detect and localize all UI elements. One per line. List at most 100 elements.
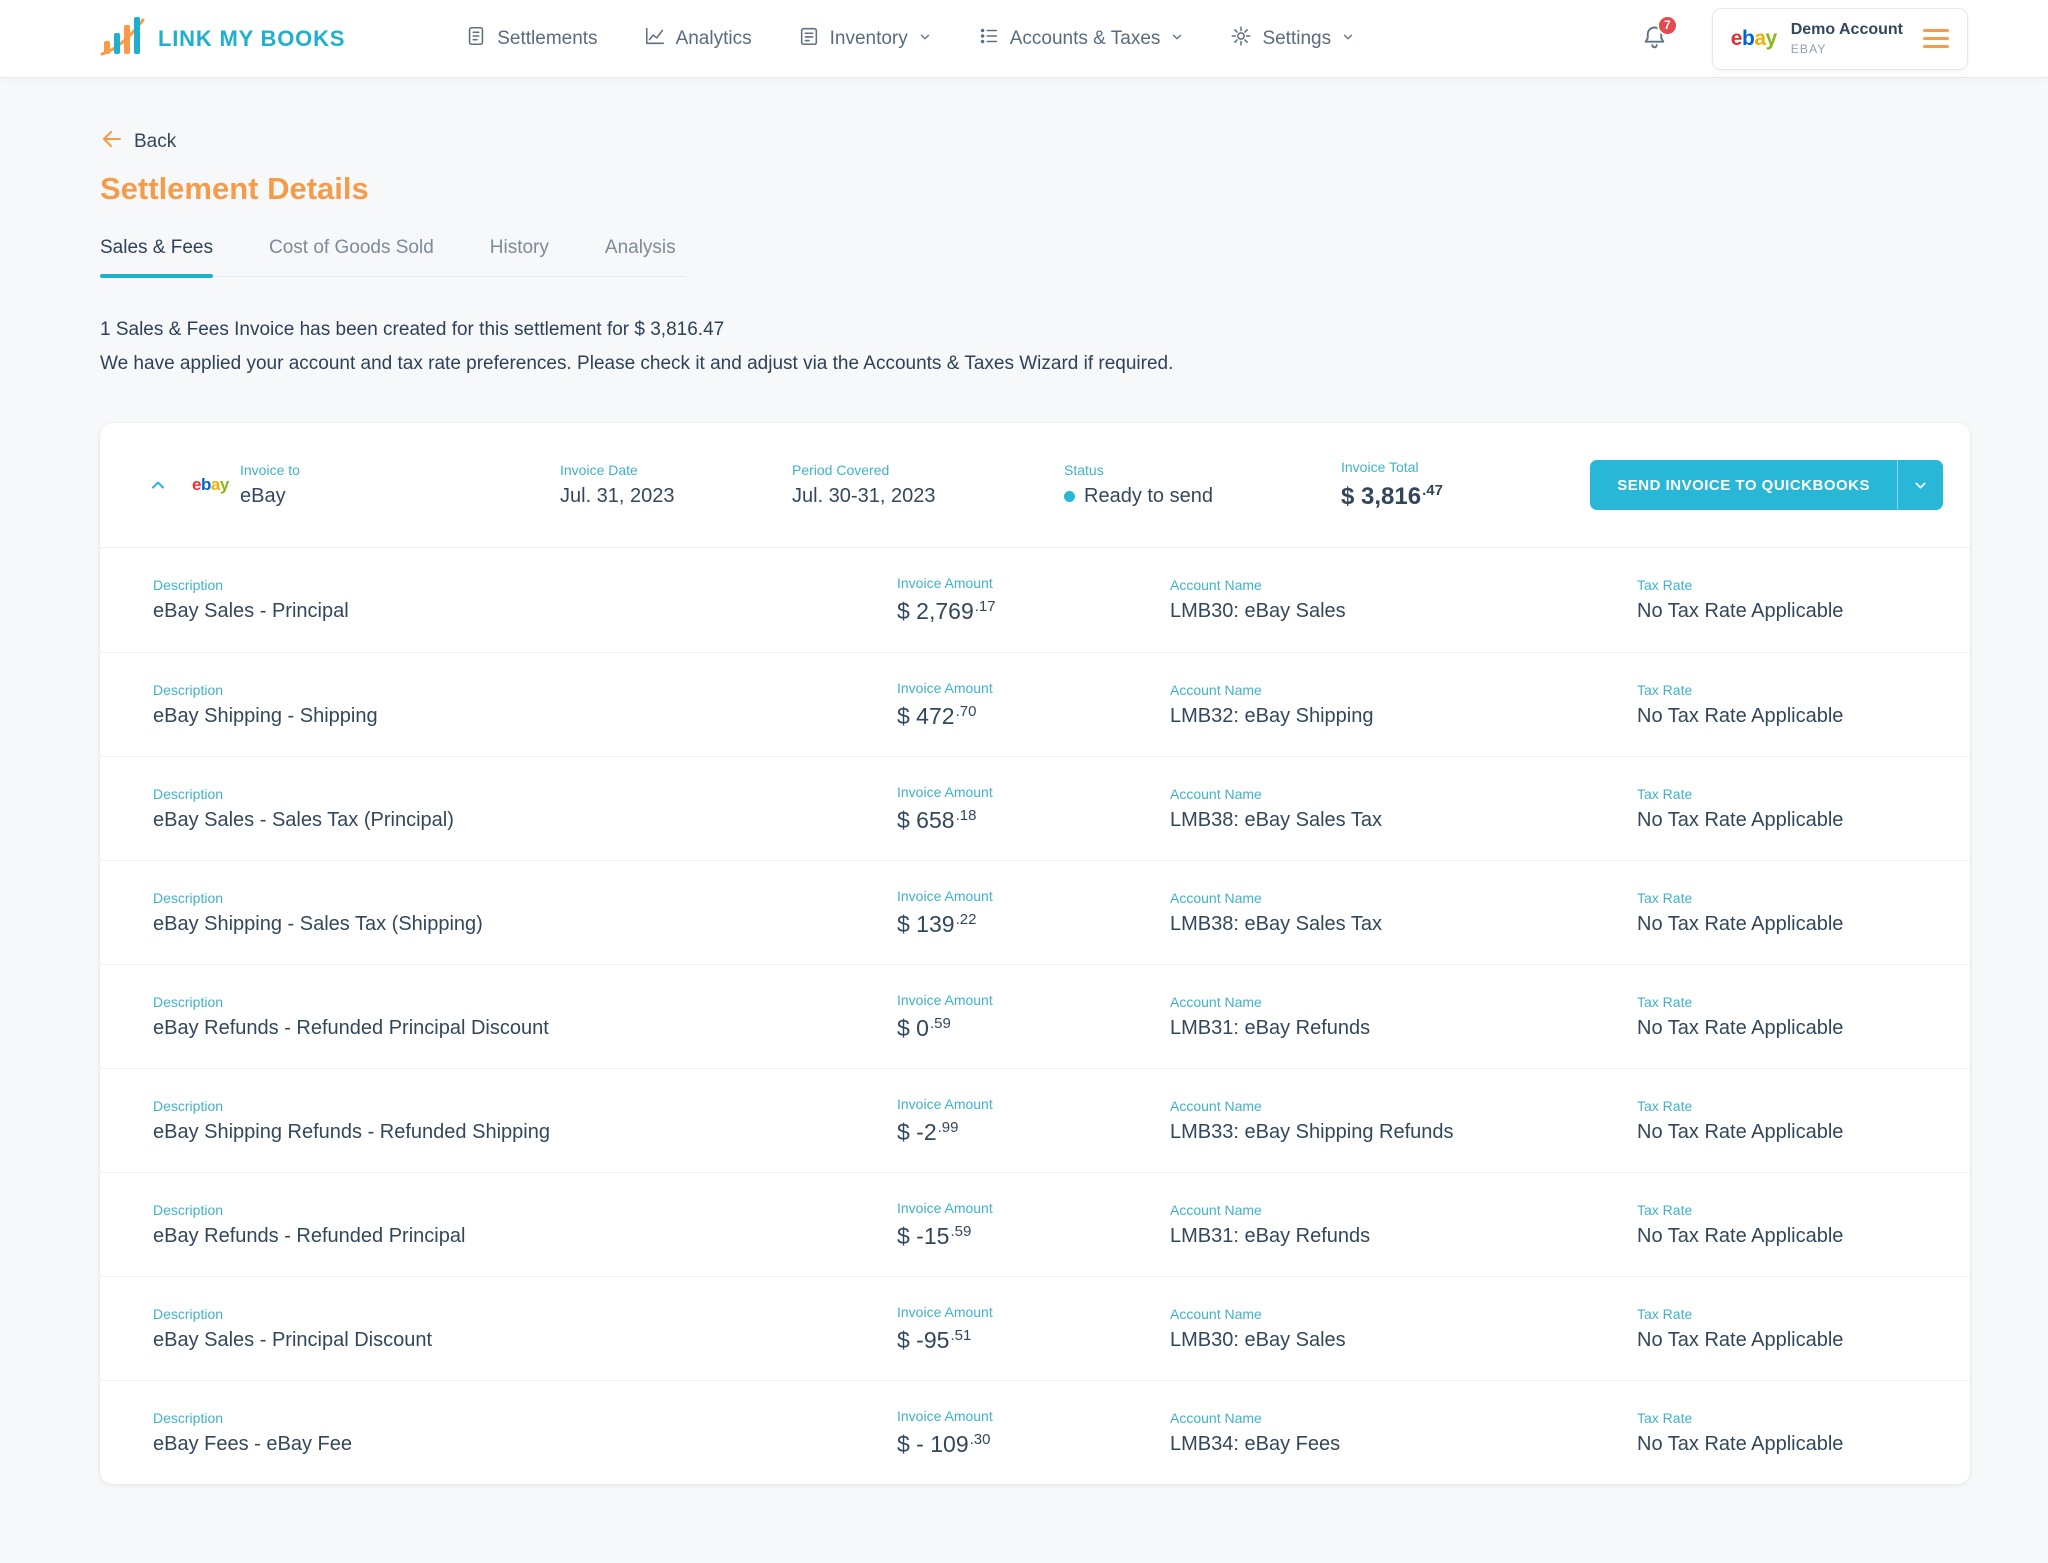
page-title: Settlement Details [100, 171, 369, 206]
amount-value: $ 2,769.17 [897, 598, 996, 625]
tax-value: No Tax Rate Applicable [1637, 1328, 1844, 1351]
inventory-icon [798, 25, 820, 53]
nav-item-accounts-taxes[interactable]: Accounts & Taxes [978, 25, 1185, 53]
description-value: eBay Sales - Principal Discount [153, 1328, 433, 1351]
account-name: Demo Account [1790, 21, 1903, 38]
notifications-button[interactable]: 7 [1641, 14, 1678, 55]
nav-item-inventory[interactable]: Inventory [798, 25, 932, 53]
nav-label: Inventory [829, 27, 908, 49]
nav-label: Settings [1262, 27, 1332, 49]
account-value: LMB30: eBay Sales [1170, 1328, 1346, 1351]
description-cell: Description eBay Refunds - Refunded Prin… [153, 1202, 897, 1248]
invoice-line-row: Description eBay Sales - Sales Tax (Prin… [100, 756, 1970, 860]
invoice-amount-cell: Invoice Amount $ -15.59 [897, 1200, 1170, 1250]
gear-icon [1230, 25, 1252, 53]
tab-sales-fees[interactable]: Sales & Fees [100, 237, 213, 278]
tax-rate-cell: Tax Rate No Tax Rate Applicable [1637, 682, 1943, 728]
back-label: Back [134, 131, 177, 152]
account-info: Demo Account EBAY [1791, 21, 1903, 56]
invoice-total-field: Invoice Total $ 3,816.47 [1341, 459, 1443, 511]
invoice-line-row: Description eBay Refunds - Refunded Prin… [100, 964, 1970, 1068]
hamburger-menu-icon[interactable] [1923, 29, 1949, 48]
collapse-chevron-icon[interactable] [148, 475, 192, 495]
account-name-cell: Account Name LMB31: eBay Refunds [1170, 1202, 1637, 1248]
account-value: LMB38: eBay Sales Tax [1170, 808, 1382, 831]
account-menu[interactable]: ebay Demo Account EBAY [1711, 7, 1968, 70]
account-name-cell: Account Name LMB38: eBay Sales Tax [1170, 890, 1637, 936]
account-name-cell: Account Name LMB30: eBay Sales [1170, 1306, 1637, 1352]
account-name-cell: Account Name LMB30: eBay Sales [1170, 577, 1637, 623]
tax-rate-cell: Tax Rate No Tax Rate Applicable [1637, 1098, 1943, 1144]
amount-value: $ -15.59 [897, 1222, 972, 1249]
description-cell: Description eBay Shipping - Shipping [153, 682, 897, 728]
description-cell: Description eBay Sales - Sales Tax (Prin… [153, 786, 897, 832]
account-value: LMB33: eBay Shipping Refunds [1170, 1120, 1454, 1143]
nav-item-analytics[interactable]: Analytics [644, 25, 752, 53]
tab-cost-of-goods-sold[interactable]: Cost of Goods Sold [269, 237, 434, 276]
tax-rate-cell: Tax Rate No Tax Rate Applicable [1637, 786, 1943, 832]
invoice-line-row: Description eBay Sales - Principal Disco… [100, 1276, 1970, 1380]
tab-analysis[interactable]: Analysis [605, 237, 676, 276]
description-value: eBay Shipping - Shipping [153, 704, 378, 727]
back-arrow-icon [100, 127, 124, 157]
nav-label: Settlements [497, 27, 598, 49]
description-value: eBay Refunds - Refunded Principal [153, 1224, 466, 1247]
amount-value: $ 139.22 [897, 910, 977, 937]
ebay-logo: ebay [192, 475, 229, 495]
invoice-rows: Description eBay Sales - Principal Invoi… [100, 548, 1970, 1484]
chevron-down-icon [1341, 28, 1355, 50]
account-value: LMB34: eBay Fees [1170, 1432, 1341, 1455]
settlements-icon [465, 25, 487, 53]
tax-rate-cell: Tax Rate No Tax Rate Applicable [1637, 1306, 1943, 1352]
tax-value: No Tax Rate Applicable [1637, 1432, 1844, 1455]
tax-value: No Tax Rate Applicable [1637, 1016, 1844, 1039]
account-value: LMB30: eBay Sales [1170, 600, 1346, 623]
amount-value: $ 658.18 [897, 806, 977, 833]
invoice-card-header: ebay Invoice to eBay Invoice Date Jul. 3… [100, 423, 1970, 549]
top-nav: LINK MY BOOKS Settlements Analytics Inve… [0, 0, 2048, 77]
tax-rate-cell: Tax Rate No Tax Rate Applicable [1637, 890, 1943, 936]
account-name-cell: Account Name LMB33: eBay Shipping Refund… [1170, 1098, 1637, 1144]
invoice-date-field: Invoice Date Jul. 31, 2023 [560, 462, 675, 508]
status-field: Status Ready to send [1064, 462, 1213, 508]
tax-value: No Tax Rate Applicable [1637, 808, 1844, 831]
invoice-amount-cell: Invoice Amount $ 658.18 [897, 784, 1170, 834]
description-cell: Description eBay Shipping - Sales Tax (S… [153, 890, 897, 936]
invoice-amount-cell: Invoice Amount $ - 109.30 [897, 1408, 1170, 1458]
tax-rate-cell: Tax Rate No Tax Rate Applicable [1637, 577, 1943, 623]
description-value: eBay Shipping - Sales Tax (Shipping) [153, 912, 483, 935]
account-name-cell: Account Name LMB32: eBay Shipping [1170, 682, 1637, 728]
description-value: eBay Refunds - Refunded Principal Discou… [153, 1016, 549, 1039]
nav-item-settings[interactable]: Settings [1230, 25, 1355, 53]
nav-item-settlements[interactable]: Settlements [465, 25, 598, 53]
nav-label: Analytics [675, 27, 752, 49]
account-name-cell: Account Name LMB31: eBay Refunds [1170, 994, 1637, 1040]
tab-history[interactable]: History [490, 237, 549, 276]
status-dot [1064, 491, 1075, 503]
description-cell: Description eBay Fees - eBay Fee [153, 1410, 897, 1456]
description-value: eBay Sales - Principal [153, 600, 349, 623]
description-value: eBay Sales - Sales Tax (Principal) [153, 808, 454, 831]
account-value: LMB38: eBay Sales Tax [1170, 912, 1382, 935]
send-options-chevron-button[interactable] [1897, 460, 1943, 511]
amount-value: $ -2.99 [897, 1118, 959, 1145]
amount-value: $ 0.59 [897, 1014, 951, 1041]
send-invoice-button-group: SEND INVOICE TO QUICKBOOKS [1590, 460, 1943, 511]
description-cell: Description eBay Sales - Principal [153, 577, 897, 623]
send-invoice-button[interactable]: SEND INVOICE TO QUICKBOOKS [1590, 460, 1897, 511]
invoice-line-row: Description eBay Refunds - Refunded Prin… [100, 1172, 1970, 1276]
description-value: eBay Shipping Refunds - Refunded Shippin… [153, 1120, 550, 1143]
description-value: eBay Fees - eBay Fee [153, 1432, 352, 1455]
amount-value: $ - 109.30 [897, 1430, 991, 1457]
invoice-line-row: Description eBay Fees - eBay Fee Invoice… [100, 1380, 1970, 1484]
invoice-line-row: Description eBay Shipping - Shipping Inv… [100, 652, 1970, 756]
back-link[interactable]: Back [100, 127, 176, 157]
chevron-down-icon [1170, 28, 1184, 50]
tax-value: No Tax Rate Applicable [1637, 1120, 1844, 1143]
tax-rate-cell: Tax Rate No Tax Rate Applicable [1637, 994, 1943, 1040]
summary-line-1: 1 Sales & Fees Invoice has been created … [100, 319, 725, 340]
invoice-amount-cell: Invoice Amount $ 0.59 [897, 992, 1170, 1042]
brand-logo[interactable]: LINK MY BOOKS [100, 15, 345, 62]
brand-name: LINK MY BOOKS [158, 25, 346, 51]
tax-value: No Tax Rate Applicable [1637, 912, 1844, 935]
